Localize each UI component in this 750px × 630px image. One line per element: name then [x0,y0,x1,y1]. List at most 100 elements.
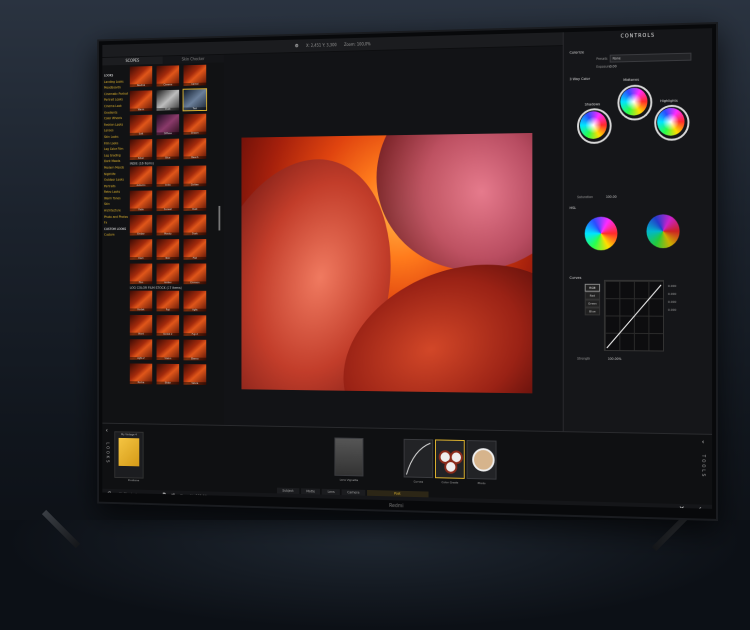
look-thumb-label: Agfa [183,308,207,312]
settings-icon[interactable]: ⚙ [295,43,299,49]
look-thumb[interactable]: Dream [183,113,207,135]
look-thumb[interactable]: Fuji [156,290,180,312]
category-item[interactable]: Photo and Photos [104,214,128,220]
tool-lens-vignette[interactable]: Lens Vignette [334,437,364,482]
tv-frame: ⚙ X: 2,451 Y: 3,300 Zoom: 100,0% SCOPES … [97,22,719,521]
look-thumb[interactable]: Silver [129,139,153,160]
looks-browser: SCOPES Skin Checker LOOKS Landing Looks Mo… [102,54,224,425]
shuffle-icon[interactable]: ⇄ [171,492,175,498]
tool-color-grade[interactable]: Color Grade [435,439,465,485]
look-thumb[interactable]: Amber [156,263,180,285]
look-thumb[interactable]: Cinema [156,65,180,87]
tool-curves[interactable]: Curves [403,438,434,484]
curve-value[interactable]: 0.000 [668,282,676,290]
look-thumb[interactable]: Beach [183,138,207,160]
curve-icon [405,440,433,477]
hsl-wheel-1[interactable] [584,216,618,251]
look-thumb[interactable]: Kodak 2 [156,315,180,336]
look-thumb-label: Neutral [129,83,153,88]
chevron-left-icon[interactable]: ‹ [106,427,108,434]
look-thumb[interactable]: Kodak [129,290,153,312]
look-thumb[interactable]: Moody [156,214,180,236]
tab-skin-checker[interactable]: Skin Checker [162,54,224,64]
three-way-label: 3 Way Color [569,76,591,82]
curve-value[interactable]: 0.000 [668,298,676,306]
current-look-card[interactable]: My Vintage 4 [114,431,144,479]
look-thumb[interactable]: Ember [129,214,153,236]
category-item[interactable]: Custom [104,232,128,238]
look-thumb[interactable]: Diffuse [156,114,180,136]
look-thumb[interactable]: Rust [183,190,207,211]
saturation-value[interactable]: 100.00 [606,195,617,199]
confirm-icon[interactable]: ✓ [696,505,702,508]
look-thumb[interactable]: Teal [182,88,208,112]
channel-blue[interactable]: Blue [584,307,601,316]
look-thumb[interactable]: Agfa 2 [129,339,153,360]
look-thumb[interactable]: Golden [183,165,207,187]
look-thumb[interactable]: Warm [129,90,153,112]
look-thumb-label: Ektar [156,381,180,385]
section-title: LOG COLOR FILM STOCK (17 items) [129,285,182,290]
look-thumb[interactable]: Ektar [156,363,180,385]
look-thumb[interactable]: Ilford [129,314,153,336]
tab-scopes[interactable]: SCOPES [102,56,163,66]
look-thumb[interactable]: Portra [129,363,153,385]
cancel-icon[interactable]: ✕ [679,505,685,509]
look-thumb-label: Autumn [129,183,153,188]
controls-panel: CONTROLS Colorize Presets None Exposure … [562,28,713,434]
look-thumb-label: Flat [183,256,207,260]
look-thumb[interactable]: Neutral [129,66,153,88]
look-thumb[interactable]: Fade [129,190,153,212]
look-thumb[interactable]: Noir [156,239,180,260]
look-thumb[interactable]: Vision [156,339,180,361]
curve-value[interactable]: 0.000 [668,306,676,314]
chevron-left-icon[interactable]: ‹ [702,439,704,446]
curves-label: Curves [569,275,582,280]
look-thumb[interactable]: Sunset [156,190,180,212]
hsl-wheel-2[interactable] [646,214,680,249]
look-thumb-label: Moody [156,232,180,236]
compare-icon[interactable]: ⧉ [163,492,166,498]
undo-icon[interactable]: ↶ [107,491,111,497]
scrollbar[interactable] [218,205,221,231]
look-thumb[interactable]: Dust [156,89,180,111]
channel-red[interactable]: Red [584,291,601,300]
look-thumb[interactable]: Dark [129,239,153,260]
curve-line [605,281,663,351]
look-thumb[interactable]: Crimson [183,263,207,285]
looks-vertical-label: LOOKS [105,442,111,465]
look-thumb[interactable]: Velvia [183,364,207,386]
look-thumb[interactable]: Autumn [129,166,153,188]
look-thumb[interactable]: Agfa [183,290,207,312]
exposure-value[interactable]: 0.00 [610,64,617,68]
look-thumb-label: Ember [129,232,153,236]
look-thumb-label: Noir [156,256,180,260]
look-thumb[interactable]: Blue [156,138,180,160]
look-thumb[interactable]: Flat [183,238,207,260]
tool-photo[interactable]: Photo [466,440,497,485]
look-thumb-label: Indie [156,183,180,187]
look-thumb[interactable]: Film [129,263,153,285]
look-thumb[interactable]: Camel [183,64,207,86]
look-thumb-label: Diffuse [156,132,180,136]
preview-image[interactable] [241,132,533,394]
look-thumb[interactable]: Soft [129,114,153,136]
curve-value[interactable]: 0.000 [668,290,676,298]
strength-value[interactable]: 100.00% [608,357,622,361]
look-thumb-label: Sunset [156,208,180,212]
look-thumb[interactable]: Indie [156,165,180,187]
preset-dropdown[interactable]: None [609,52,692,63]
tools-strip: ‹ LOOKS My Vintage 4 Duotone Lens Vignet… [102,422,713,509]
look-thumb-label: Warm [129,108,153,112]
look-thumb-label: Teal [183,107,207,111]
channel-green[interactable]: Green [584,299,601,308]
status-left: with Shortcuts [116,491,139,497]
channel-rgb[interactable]: RGB [584,283,601,292]
curve-editor[interactable] [603,279,665,352]
thumb-grid: Autumn Indie Golden Fade Sunset Rust Ember Mood… [129,165,213,285]
look-thumb[interactable]: Dusk [183,214,207,236]
zoom-readout[interactable]: Zoom: 100,0% [344,41,371,47]
look-thumb[interactable]: Fuji 2 [183,315,207,337]
highlights-label: Highlights [660,98,678,104]
look-thumb[interactable]: Eterna [183,339,207,361]
